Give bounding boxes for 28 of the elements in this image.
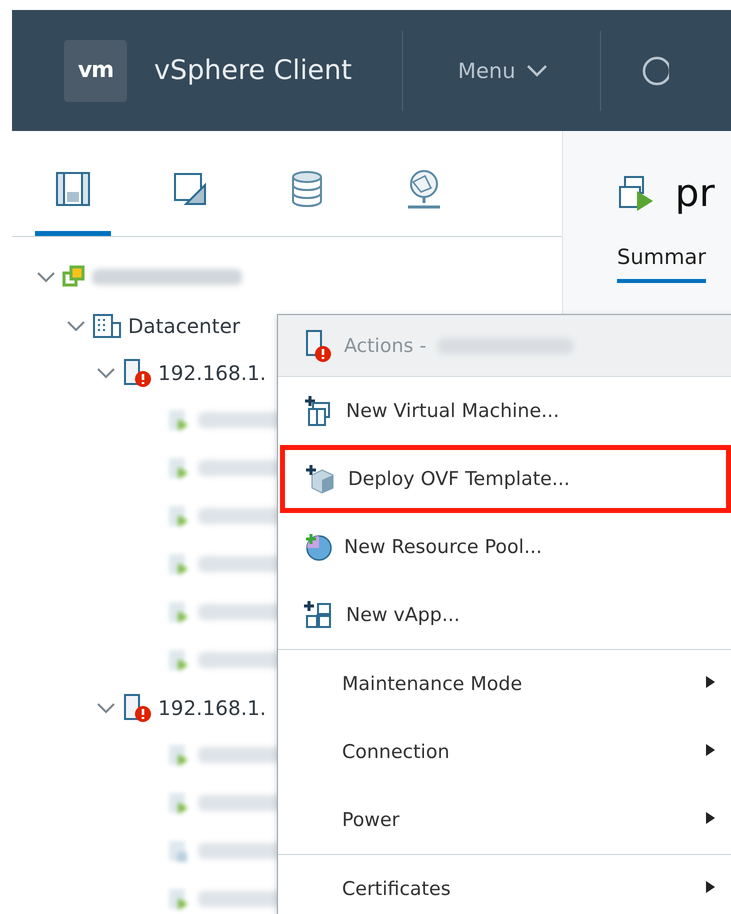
- submenu-arrow-icon: [706, 744, 715, 756]
- chevron-icon: [526, 64, 548, 78]
- hosts-icon: [54, 170, 92, 208]
- cube-add-icon: [306, 464, 336, 494]
- submenu-arrow-icon: [706, 812, 715, 824]
- menu-button[interactable]: Menu: [458, 58, 548, 82]
- menu-title: Actions -: [344, 334, 426, 356]
- app-title: vSphere Client: [154, 55, 352, 86]
- content-tab[interactable]: Summar: [617, 245, 706, 283]
- tree-item[interactable]: Datacenter: [128, 314, 240, 338]
- logo: vm: [64, 40, 127, 102]
- pie-add-icon: [304, 533, 332, 561]
- host-alert-icon: [304, 328, 332, 362]
- submenu-arrow-icon: [706, 676, 715, 688]
- chevron-icon[interactable]: [96, 702, 116, 714]
- document-icon: [172, 170, 208, 206]
- chevron-icon[interactable]: [66, 320, 86, 332]
- tree-item[interactable]: 192.168.1.: [158, 360, 266, 384]
- chevron-icon[interactable]: [96, 366, 116, 378]
- menu-item[interactable]: Deploy OVF Template...: [280, 445, 731, 513]
- vapp-add-icon: [304, 600, 334, 630]
- building-icon: [92, 312, 122, 338]
- tree-item[interactable]: 192.168.1.: [158, 696, 266, 720]
- page-title: pr: [675, 171, 715, 215]
- submenu-arrow-icon: [706, 881, 715, 893]
- vcenter-icon: [62, 265, 86, 289]
- database-icon: [290, 170, 324, 208]
- chevron-icon[interactable]: [36, 271, 56, 283]
